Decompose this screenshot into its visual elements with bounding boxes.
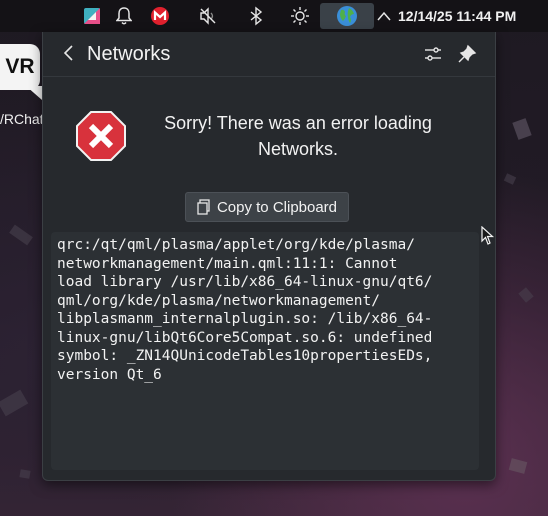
- bluetooth-icon[interactable]: [246, 6, 266, 26]
- popup-header: Networks: [43, 32, 495, 76]
- globe-icon: [337, 6, 357, 26]
- mouse-cursor-icon: [481, 226, 495, 245]
- brightness-icon[interactable]: [290, 6, 310, 26]
- error-octagon-icon: [76, 111, 126, 161]
- pin-icon: [458, 44, 477, 63]
- vrchat-logo-text: VR: [5, 55, 35, 78]
- expand-tray-icon[interactable]: [374, 6, 394, 26]
- clipboard-icon: [197, 199, 210, 215]
- error-message: Sorry! There was an error loading Networ…: [164, 113, 432, 159]
- volume-muted-icon[interactable]: [198, 6, 218, 26]
- wallpaper-shard: [508, 458, 528, 474]
- error-log-text[interactable]: qrc:/qt/qml/plasma/applet/org/kde/plasma…: [51, 232, 479, 384]
- bell-icon[interactable]: [114, 6, 134, 26]
- error-log-area[interactable]: qrc:/qt/qml/plasma/applet/org/kde/plasma…: [51, 232, 479, 470]
- wallpaper-shard: [503, 173, 517, 185]
- header-divider: [43, 76, 495, 77]
- kde-connect-icon[interactable]: [82, 6, 102, 26]
- configure-button[interactable]: [421, 42, 445, 66]
- mail-m-icon[interactable]: [150, 6, 170, 26]
- wallpaper-shard: [0, 389, 29, 417]
- wallpaper-shard: [19, 469, 31, 479]
- wallpaper-shard: [512, 118, 532, 140]
- chevron-left-icon: [63, 45, 73, 61]
- networks-popup: Networks Sorry! There was an error loadi…: [42, 32, 496, 481]
- clock[interactable]: 12/14/25 11:44 PM: [398, 8, 516, 24]
- copy-to-clipboard-button[interactable]: Copy to Clipboard: [185, 192, 349, 222]
- sliders-icon: [425, 47, 441, 61]
- wallpaper-shard: [518, 287, 534, 303]
- copy-button-label: Copy to Clipboard: [216, 198, 338, 216]
- page-title: Networks: [87, 43, 171, 65]
- desktop-icon-label: /RChat: [0, 111, 44, 127]
- network-tray-button[interactable]: [320, 3, 374, 29]
- pin-button[interactable]: [455, 42, 479, 66]
- wallpaper-shard: [9, 224, 33, 246]
- vrchat-desktop-icon[interactable]: VR: [0, 44, 40, 90]
- back-button[interactable]: [57, 42, 79, 64]
- top-panel: 12/14/25 11:44 PM: [0, 0, 548, 32]
